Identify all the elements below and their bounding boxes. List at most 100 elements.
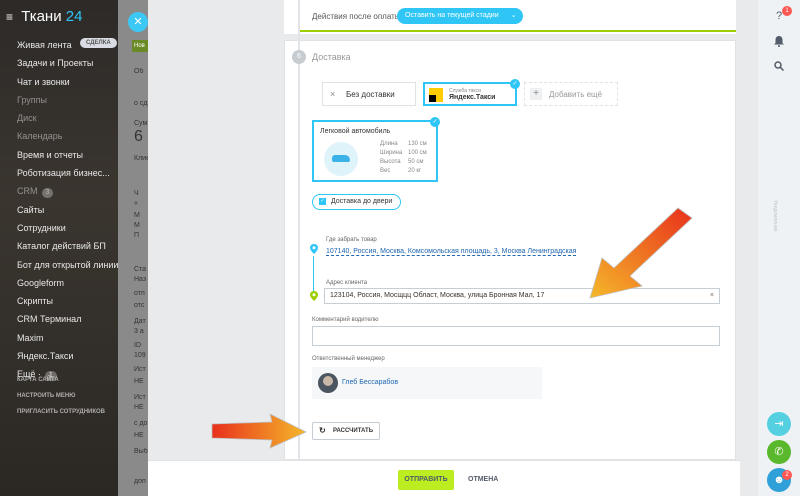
sidebar-item-label: Диск bbox=[17, 113, 37, 124]
sidebar-item-label: Maxim bbox=[17, 332, 44, 343]
sidebar-item-label: CRM bbox=[17, 186, 38, 197]
comment-label: Комментарий водителю bbox=[312, 317, 379, 323]
sidebar-item[interactable]: Maxim bbox=[0, 329, 118, 347]
chat-badge: 2 bbox=[782, 470, 792, 480]
check-icon: ✓ bbox=[510, 79, 520, 89]
option-no-delivery-label: Без доставки bbox=[346, 90, 395, 99]
notifications-vertical-label: Уведомления bbox=[772, 200, 778, 232]
pickup-address-link[interactable]: 107140, Россия, Москва, Комсомольская пл… bbox=[326, 248, 577, 256]
sidebar-item[interactable]: Яндекс.Такси bbox=[0, 347, 118, 365]
location-pin-icon bbox=[310, 244, 318, 254]
sidebar-footer-invite[interactable]: ПРИГЛАСИТЬ СОТРУДНИКОВ bbox=[17, 404, 105, 420]
spec-row: Ширина 100 см bbox=[380, 150, 427, 156]
annotation-arrow-icon bbox=[589, 207, 693, 299]
left-sidebar: ≡ Ткани 24 СДЕЛКА Живая лента Задачи и Пр… bbox=[0, 0, 118, 496]
sidebar-item-label: Скрипты bbox=[17, 296, 53, 307]
spec-row: Длина 130 см bbox=[380, 141, 427, 147]
yandex-taxi-logo-icon bbox=[429, 88, 443, 102]
sidebar-item-label: Бот для открытой линии bbox=[17, 259, 118, 270]
send-button[interactable]: ОТПРАВИТЬ bbox=[398, 470, 454, 490]
client-address-label: Адрес клиента bbox=[326, 280, 368, 286]
sidebar-item[interactable]: Скрипты bbox=[0, 292, 118, 310]
checkbox-icon: ✓ bbox=[319, 197, 326, 205]
sidebar-item[interactable]: Googleform bbox=[0, 274, 118, 292]
option-yandex-taxi[interactable]: Служба такси Яндекс.Такси bbox=[423, 82, 517, 106]
timeline-line bbox=[298, 0, 300, 460]
slider-footer: ОТПРАВИТЬ ОТМЕНА bbox=[148, 460, 748, 496]
vehicle-specs: Длина 130 см Ширина 100 см Высота 50 см Вес… bbox=[380, 140, 427, 176]
open-lines-icon[interactable]: ⇥ bbox=[767, 412, 791, 436]
stage-dropdown-label: Оставить на текущей стадии bbox=[405, 12, 499, 19]
sidebar-item-badge: 3 bbox=[41, 188, 54, 199]
section-title: Доставка bbox=[312, 52, 351, 62]
sidebar-item[interactable]: Бот для открытой линии bbox=[0, 256, 118, 274]
sidebar-item[interactable]: Каталог действий БП bbox=[0, 237, 118, 255]
sidebar-item[interactable]: Группы bbox=[0, 91, 118, 109]
sidebar-item[interactable]: Роботизация бизнес... bbox=[0, 164, 118, 182]
calculate-button-label: РАССЧИТАТЬ bbox=[333, 428, 374, 434]
sidebar-item[interactable]: Задачи и Проекты bbox=[0, 54, 118, 72]
manager-label: Ответственный менеджер bbox=[312, 356, 385, 362]
app-logo[interactable]: ≡ Ткани 24 bbox=[6, 8, 82, 25]
clear-icon[interactable]: × bbox=[710, 289, 714, 303]
annotation-arrow-icon bbox=[211, 413, 307, 449]
sidebar-menu: Живая лента Задачи и Проекты Чат и звонки Г… bbox=[0, 36, 118, 384]
sidebar-footer-sitemap[interactable]: КАРТА САЙТА bbox=[17, 372, 105, 388]
sidebar-item[interactable]: Живая лента bbox=[0, 36, 118, 54]
after-payment-label: Действия после оплаты bbox=[312, 12, 401, 21]
door-to-door-label: Доставка до двери bbox=[330, 198, 393, 205]
yandex-taxi-label: Яндекс.Такси bbox=[449, 94, 496, 101]
sidebar-item[interactable]: CRM Терминал bbox=[0, 310, 118, 328]
search-icon[interactable] bbox=[767, 54, 791, 78]
sidebar-item-label: Время и отчеты bbox=[17, 149, 84, 160]
pickup-label: Где забрать товар bbox=[326, 237, 377, 243]
car-icon bbox=[324, 142, 358, 176]
sidebar-item[interactable]: Сотрудники bbox=[0, 219, 118, 237]
location-pin-icon bbox=[310, 291, 318, 301]
spec-row: Вес 20 кг bbox=[380, 168, 422, 174]
stage-dropdown-button[interactable]: Оставить на текущей стадии ⌄ bbox=[397, 8, 523, 24]
plus-icon: + bbox=[530, 88, 542, 100]
chevron-down-icon: ⌄ bbox=[510, 12, 517, 19]
client-address-value: 123104, Россия, Моcщцц Облаcт, Москва, у… bbox=[330, 292, 545, 299]
check-icon: ✓ bbox=[430, 117, 440, 127]
sidebar-item-label: Сотрудники bbox=[17, 222, 66, 233]
sidebar-item[interactable]: CRM 3 bbox=[0, 182, 118, 200]
refresh-icon: ↻ bbox=[319, 426, 326, 435]
bell-icon[interactable] bbox=[767, 30, 791, 54]
calculate-button[interactable]: ↻ РАССЧИТАТЬ bbox=[312, 422, 380, 440]
route-line bbox=[313, 256, 314, 292]
step-number: 6 bbox=[292, 50, 306, 64]
sidebar-item-label: Задачи и Проекты bbox=[17, 58, 94, 69]
help-badge: 1 bbox=[782, 6, 792, 16]
sidebar-item[interactable]: Время и отчеты bbox=[0, 146, 118, 164]
logo-number: 24 bbox=[65, 8, 83, 25]
sidebar-item-label: Роботизация бизнес... bbox=[17, 168, 110, 179]
close-slider-button[interactable]: ✕ bbox=[128, 12, 148, 32]
logo-text: Ткани bbox=[21, 8, 62, 25]
sidebar-item-label: Сайты bbox=[17, 204, 45, 215]
vehicle-card[interactable]: Легковой автомобиль Длина 130 см Ширина 10… bbox=[312, 120, 438, 182]
sidebar-item[interactable]: Сайты bbox=[0, 201, 118, 219]
sidebar-footer-configure[interactable]: НАСТРОИТЬ МЕНЮ bbox=[17, 388, 105, 404]
manager-name[interactable]: Глеб Бессарабов bbox=[342, 379, 398, 386]
sidebar-item-label: Живая лента bbox=[17, 40, 72, 50]
menu-icon[interactable]: ≡ bbox=[6, 10, 13, 24]
stage-divider bbox=[298, 30, 736, 32]
sidebar-item-label: Группы bbox=[17, 94, 47, 105]
sidebar-item[interactable]: Чат и звонки bbox=[0, 73, 118, 91]
right-sidebar: ? 1 Уведомления ⇥ ✆ ☻ 2 bbox=[758, 0, 800, 496]
manager-selector[interactable]: Глеб Бессарабов bbox=[312, 367, 542, 399]
sidebar-item[interactable]: Диск bbox=[0, 109, 118, 127]
option-no-delivery[interactable]: × Без доставки bbox=[322, 82, 416, 106]
cancel-button[interactable]: ОТМЕНА bbox=[468, 470, 498, 490]
sidebar-item-label: Googleform bbox=[17, 277, 65, 288]
door-to-door-toggle[interactable]: ✓ Доставка до двери bbox=[312, 194, 402, 210]
sidebar-item-label: Каталог действий БП bbox=[17, 241, 106, 252]
phone-icon[interactable]: ✆ bbox=[767, 440, 791, 464]
driver-comment-textarea[interactable] bbox=[312, 326, 720, 346]
slider-edge bbox=[740, 0, 760, 496]
after-payment-section: Действия после оплаты Оставить на текуще… bbox=[284, 0, 736, 34]
option-add-more[interactable]: + Добавить ещё bbox=[524, 82, 618, 106]
sidebar-item[interactable]: Календарь bbox=[0, 127, 118, 145]
